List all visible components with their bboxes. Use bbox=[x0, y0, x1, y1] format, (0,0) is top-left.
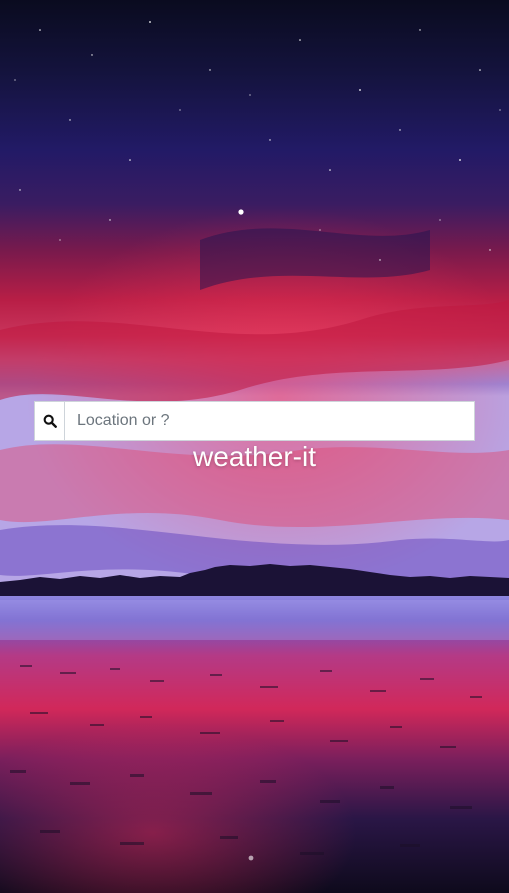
search-button[interactable] bbox=[35, 402, 65, 440]
search-bar bbox=[34, 401, 475, 441]
search-icon bbox=[43, 414, 57, 428]
app-page: weather-it bbox=[0, 0, 509, 893]
search-input[interactable] bbox=[65, 402, 474, 440]
app-title: weather-it bbox=[193, 441, 316, 472]
